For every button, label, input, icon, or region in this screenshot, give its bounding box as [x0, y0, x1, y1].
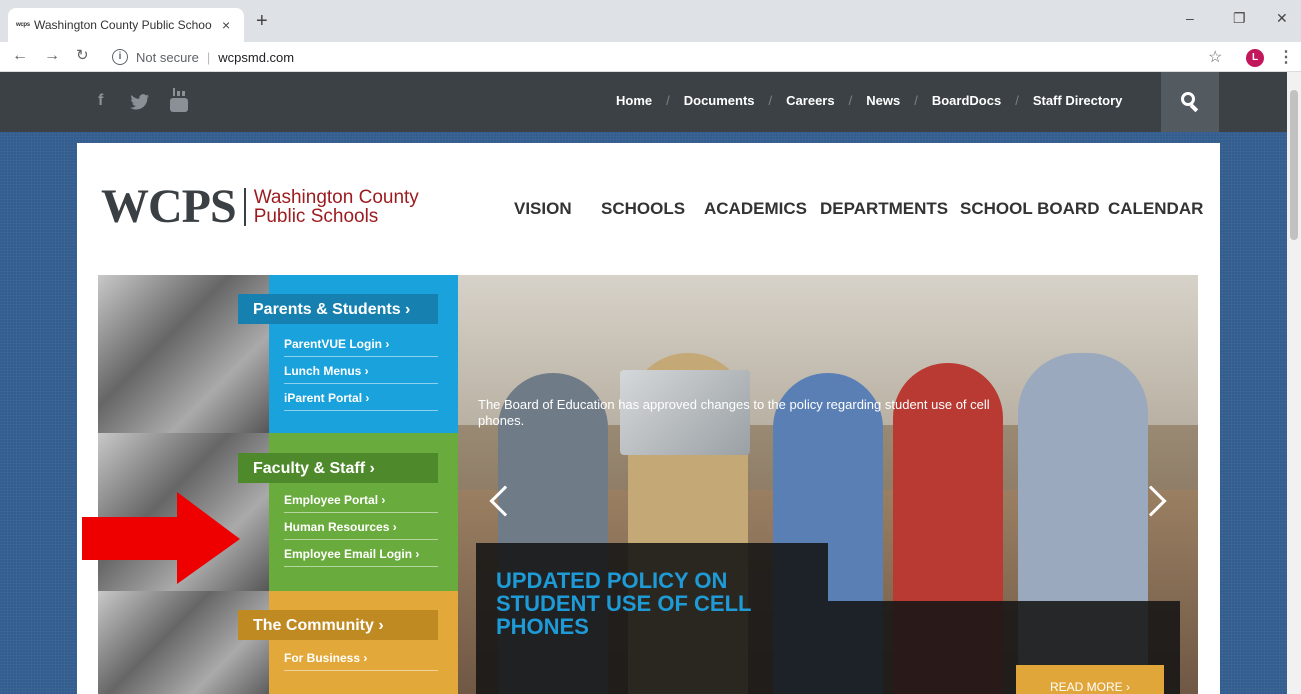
nav-separator: /: [914, 93, 918, 108]
logo-name: Washington County Public Schools: [254, 188, 419, 226]
hero-slider: UPDATED POLICY ON STUDENT USE OF CELL PH…: [458, 275, 1198, 694]
tab-close-icon[interactable]: ×: [222, 17, 230, 33]
browser-tab[interactable]: wcps Washington County Public Schoo ×: [8, 8, 244, 42]
main-card: WCPS Washington County Public Schools VI…: [77, 143, 1220, 694]
profile-avatar[interactable]: L: [1246, 49, 1264, 67]
main-nav-calendar[interactable]: CALENDAR: [1108, 199, 1203, 219]
slide-text: The Board of Education has approved chan…: [478, 397, 990, 428]
community-heading[interactable]: The Community ›: [238, 610, 438, 640]
employee-portal-link[interactable]: Employee Portal ›: [284, 486, 438, 513]
youtube-icon[interactable]: [170, 88, 188, 112]
info-icon[interactable]: i: [112, 49, 128, 65]
human-resources-link[interactable]: Human Resources ›: [284, 513, 438, 540]
url-text: wcpsmd.com: [218, 49, 295, 65]
main-nav-academics[interactable]: ACADEMICS: [704, 199, 807, 219]
nav-separator: /: [666, 93, 670, 108]
bookmark-star-icon[interactable]: ☆: [1208, 47, 1222, 67]
top-nav-careers[interactable]: Careers: [786, 93, 834, 108]
main-nav-departments[interactable]: DEPARTMENTS: [820, 199, 948, 219]
site-logo[interactable]: WCPS Washington County Public Schools: [101, 183, 419, 231]
community-block: [269, 591, 458, 694]
minimize-button[interactable]: –: [1186, 10, 1194, 26]
twitter-icon[interactable]: [130, 94, 150, 110]
top-nav-news[interactable]: News: [866, 93, 900, 108]
community-photo: [98, 591, 270, 694]
tab-strip: wcps Washington County Public Schoo × + …: [0, 0, 1301, 42]
address-separator: |: [206, 49, 211, 65]
page-scrollbar[interactable]: [1287, 72, 1301, 694]
lunch-menus-link[interactable]: Lunch Menus ›: [284, 357, 438, 384]
logo-divider: [243, 188, 246, 226]
address-bar[interactable]: i Not secure | wcpsmd.com: [106, 45, 1196, 69]
browser-window: wcps Washington County Public Schoo × + …: [0, 0, 1301, 694]
scrollbar-thumb[interactable]: [1290, 90, 1298, 240]
browser-toolbar: ← → ↻ i Not secure | wcpsmd.com ☆ L ⋮: [0, 42, 1301, 72]
slide-caption: UPDATED POLICY ON STUDENT USE OF CELL PH…: [476, 543, 828, 694]
faculty-staff-heading[interactable]: Faculty & Staff ›: [238, 453, 438, 483]
facebook-icon[interactable]: f: [98, 92, 103, 110]
search-icon-handle: [1189, 103, 1199, 113]
nav-separator: /: [1015, 93, 1019, 108]
logo-abbr: WCPS: [101, 180, 237, 233]
parentvue-login-link[interactable]: ParentVUE Login ›: [284, 330, 438, 357]
parents-students-heading[interactable]: Parents & Students ›: [238, 294, 438, 324]
close-window-button[interactable]: ✕: [1276, 10, 1288, 27]
employee-email-login-link[interactable]: Employee Email Login ›: [284, 540, 438, 567]
site-search-button[interactable]: [1161, 72, 1219, 132]
nav-separator: /: [848, 93, 853, 108]
read-more-button[interactable]: READ MORE ›: [1016, 665, 1164, 694]
page-viewport: f Home / Documents / Careers / News / BoardD…: [0, 72, 1287, 694]
nav-separator: /: [768, 93, 773, 108]
logo-line-1: Washington County: [253, 187, 419, 208]
new-tab-button[interactable]: +: [256, 11, 268, 31]
restore-button[interactable]: ❐: [1233, 10, 1246, 27]
main-nav-school-board[interactable]: SCHOOL BOARD: [960, 199, 1099, 219]
top-nav-documents[interactable]: Documents: [684, 93, 755, 108]
top-nav-staff-directory[interactable]: Staff Directory: [1033, 93, 1123, 108]
main-nav-vision[interactable]: VISION: [514, 199, 572, 219]
security-label: Not secure: [136, 49, 199, 65]
slide-heading[interactable]: UPDATED POLICY ON STUDENT USE OF CELL PH…: [496, 569, 796, 638]
tab-title: Washington County Public Schoo: [34, 18, 212, 32]
tab-favicon: wcps: [16, 22, 30, 28]
top-nav: Home / Documents / Careers / News / BoardDoc…: [616, 93, 1122, 108]
reload-icon[interactable]: ↻: [76, 46, 89, 66]
logo-line-2: Public Schools: [253, 206, 379, 227]
main-nav-schools[interactable]: SCHOOLS: [601, 199, 685, 219]
browser-menu-icon[interactable]: ⋮: [1278, 47, 1294, 67]
top-nav-boarddocs[interactable]: BoardDocs: [932, 93, 1001, 108]
top-nav-home[interactable]: Home: [616, 93, 652, 108]
site-top-bar: f Home / Documents / Careers / News / BoardD…: [0, 72, 1287, 132]
forward-icon[interactable]: →: [44, 46, 60, 66]
back-icon[interactable]: ←: [12, 46, 28, 66]
red-arrow-annotation: [82, 492, 240, 584]
quick-links-panel: Parents & Students › ParentVUE Login › L…: [98, 275, 458, 694]
for-business-link[interactable]: For Business ›: [284, 644, 438, 671]
iparent-portal-link[interactable]: iParent Portal ›: [284, 384, 438, 411]
